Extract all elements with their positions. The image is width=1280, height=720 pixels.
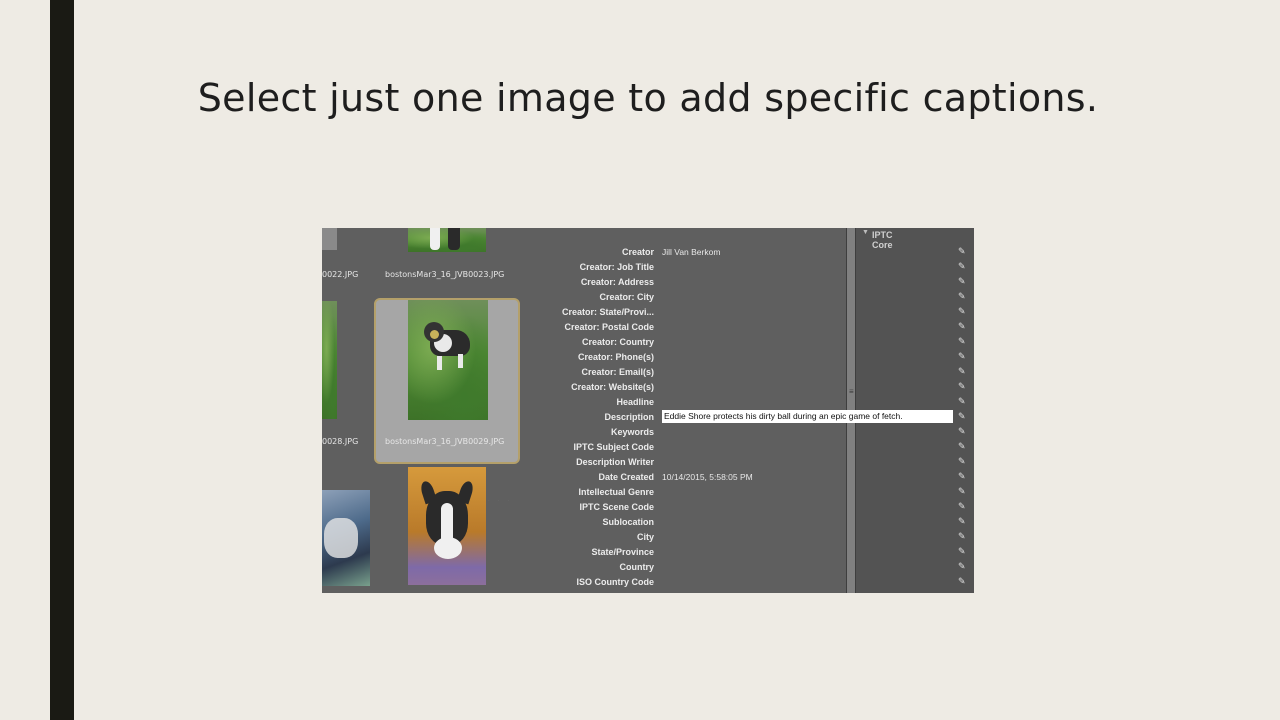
field-label: IPTC Subject Code [573,442,654,452]
field-label: Creator: City [599,292,654,302]
metadata-row: Date Created 10/14/2015, 5:58:05 PM ✎ [534,471,974,486]
metadata-row: Headline ✎ [534,396,974,411]
field-label: Creator: Postal Code [564,322,654,332]
thumbnail-0028[interactable] [322,301,337,419]
metadata-row: ISO Country Code ✎ [534,576,974,591]
field-label: Date Created [598,472,654,482]
metadata-row: Creator: City ✎ [534,291,974,306]
thumbnail-0022[interactable] [322,228,337,250]
pencil-icon[interactable]: ✎ [958,396,966,407]
pencil-icon[interactable]: ✎ [958,486,966,497]
collapse-triangle-icon[interactable]: ▼ [862,229,869,236]
metadata-row: Creator: Website(s) ✎ [534,381,974,396]
pencil-icon[interactable]: ✎ [958,516,966,527]
field-label: Creator: Address [580,277,654,287]
metadata-row: Description Writer ✎ [534,456,974,471]
pencil-icon[interactable]: ✎ [958,576,966,587]
pencil-icon[interactable]: ✎ [958,546,966,557]
pencil-icon[interactable]: ✎ [958,276,966,287]
field-value[interactable]: Jill Van Berkom [662,247,720,257]
pencil-icon[interactable]: ✎ [958,321,966,332]
metadata-row: Creator Jill Van Berkom ✎ [534,246,974,261]
field-label: Country [619,562,655,572]
field-label: Headline [616,397,654,407]
field-label: Intellectual Genre [578,487,654,497]
metadata-panel: ▼ IPTC Core Creator Jill Van Berkom ✎ Creat… [534,228,974,593]
metadata-row: Creator: State/Provi... ✎ [534,306,974,321]
file-name: 0022.JPG [322,270,359,279]
pencil-icon[interactable]: ✎ [958,411,966,422]
pencil-icon[interactable]: ✎ [958,426,966,437]
metadata-row: Creator: Phone(s) ✎ [534,351,974,366]
pencil-icon[interactable]: ✎ [958,381,966,392]
metadata-row: State/Province ✎ [534,546,974,561]
field-label: Creator: Email(s) [581,367,654,377]
field-value[interactable]: 10/14/2015, 5:58:05 PM [662,472,753,482]
metadata-row: City ✎ [534,531,974,546]
metadata-row: Country ✎ [534,561,974,576]
field-label: Description Writer [576,457,654,467]
field-label: State/Province [591,547,654,557]
pencil-icon[interactable]: ✎ [958,336,966,347]
metadata-row: IPTC Subject Code ✎ [534,441,974,456]
slide-title: Select just one image to add specific ca… [197,76,1099,120]
pencil-icon[interactable]: ✎ [958,291,966,302]
field-label: Sublocation [602,517,655,527]
field-label: Creator: Job Title [579,262,654,272]
field-label: Creator: State/Provi... [561,307,654,317]
file-name: 0028.JPG [322,437,359,446]
metadata-row: Creator: Address ✎ [534,276,974,291]
pencil-icon[interactable]: ✎ [958,366,966,377]
thumbnail-bottom-left[interactable] [322,490,370,586]
pencil-icon[interactable]: ✎ [958,471,966,482]
field-label: City [636,532,654,542]
pencil-icon[interactable]: ✎ [958,246,966,257]
pencil-icon[interactable]: ✎ [958,261,966,272]
pencil-icon[interactable]: ✎ [958,456,966,467]
description-input[interactable]: Eddie Shore protects his dirty ball duri… [662,410,953,423]
field-label: Creator: Phone(s) [577,352,654,362]
field-label: IPTC Scene Code [579,502,654,512]
field-label: Creator: Website(s) [571,382,654,392]
metadata-row: Description Eddie Shore protects his dirt… [534,410,974,426]
field-label: Creator: Country [581,337,654,347]
bridge-screenshot: 0022.JPG bostonsMar3_16_JVB0023.JPG . . … [322,228,974,593]
pencil-icon[interactable]: ✎ [958,501,966,512]
field-label: Keywords [610,427,654,437]
pencil-icon[interactable]: ✎ [958,531,966,542]
metadata-row: Intellectual Genre ✎ [534,486,974,501]
pencil-icon[interactable]: ✎ [958,441,966,452]
pencil-icon[interactable]: ✎ [958,306,966,317]
field-label: Description [604,412,654,422]
field-label: Creator [621,247,654,257]
metadata-row: Creator: Email(s) ✎ [534,366,974,381]
pencil-icon[interactable]: ✎ [958,561,966,572]
metadata-row: Keywords ✎ [534,426,974,441]
metadata-row: Creator: Country ✎ [534,336,974,351]
pencil-icon[interactable]: ✎ [958,351,966,362]
metadata-row: IPTC Scene Code ✎ [534,501,974,516]
field-label: ISO Country Code [576,577,654,587]
metadata-row: Sublocation ✎ [534,516,974,531]
metadata-row: Creator: Postal Code ✎ [534,321,974,336]
metadata-row: Creator: Job Title ✎ [534,261,974,276]
